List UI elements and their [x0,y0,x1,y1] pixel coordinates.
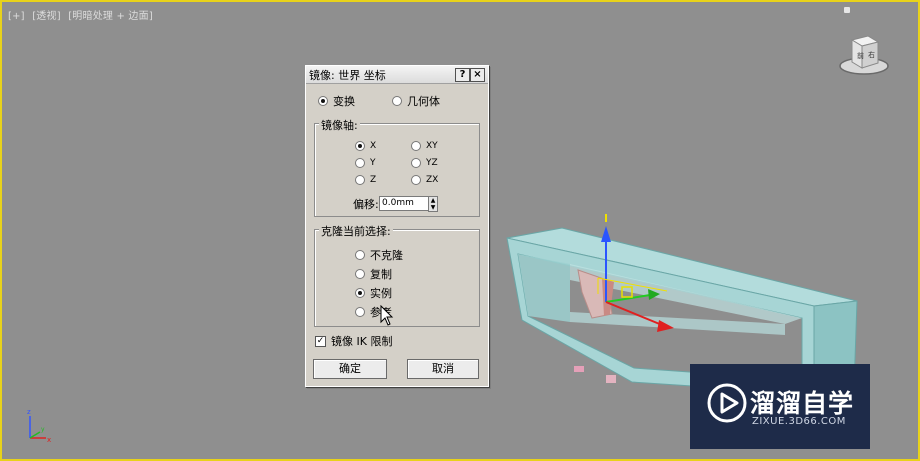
clone-selection-group: 克隆当前选择: 不克隆 复制 实例 参考 [314,223,480,327]
help-button[interactable]: ? [455,68,470,82]
radio-icon[interactable] [355,141,365,151]
radio-icon[interactable] [411,158,421,168]
axis-x-label: x [47,436,51,444]
radio-icon[interactable] [355,175,365,185]
axis-y-label: y [41,426,45,433]
mirror-ik-checkbox[interactable]: ✓ 镜像 IK 限制 [315,333,392,349]
mode-geometry-label: 几何体 [407,95,440,108]
radio-icon[interactable] [318,96,328,106]
radio-icon[interactable] [355,158,365,168]
radio-icon[interactable] [355,288,365,298]
offset-input[interactable]: 0.0mm [379,196,430,211]
clone-none-label: 不克隆 [370,249,403,262]
mirror-axis-title: 镜像轴: [319,117,360,133]
radio-icon[interactable] [355,307,365,317]
clone-copy-label: 复制 [370,268,392,281]
axis-xy-option[interactable]: XY [411,141,438,151]
mirror-dialog: 镜像: 世界 坐标 ? × 变换 几何体 镜像轴: X XY Y YZ Z ZX… [305,65,489,387]
axis-z-text: Z [370,175,377,185]
axis-y-text: Y [370,158,376,168]
axis-y-option[interactable]: Y [355,158,376,168]
axis-x-option[interactable]: X [355,141,376,151]
axis-tripod-icon: z x y [27,408,51,444]
clone-instance-option[interactable]: 实例 [355,285,392,301]
ok-button[interactable]: 确定 [313,359,387,379]
cancel-button[interactable]: 取消 [407,359,479,379]
watermark-banner: 溜溜自学 ZIXUE.3D66.COM [690,364,870,449]
axis-zx-option[interactable]: ZX [411,175,438,185]
mode-transform-label: 变换 [333,95,355,108]
axis-z-label: z [27,408,31,416]
offset-spinner-icon[interactable]: ▲ ▼ [428,196,438,212]
watermark-title: 溜溜自学 [750,389,855,418]
mirror-ik-label: 镜像 IK 限制 [331,335,393,348]
clone-instance-label: 实例 [370,287,392,300]
axis-yz-option[interactable]: YZ [411,158,438,168]
close-button[interactable]: × [470,68,485,82]
radio-icon[interactable] [355,269,365,279]
radio-icon[interactable] [392,96,402,106]
mode-geometry-option[interactable]: 几何体 [392,93,440,109]
dialog-titlebar[interactable]: 镜像: 世界 坐标 ? × [306,66,488,84]
perspective-viewport[interactable]: [+] [透视] [明暗处理 + 边面] 前 右 z x y 镜像: 世界 坐标… [0,0,920,461]
checkbox-checked-icon[interactable]: ✓ [315,335,326,347]
axis-zx-text: ZX [426,175,439,185]
radio-icon[interactable] [411,141,421,151]
radio-icon[interactable] [355,250,365,260]
radio-icon[interactable] [411,175,421,185]
play-logo-icon [707,383,747,423]
offset-label: 偏移: [353,198,379,211]
mouse-cursor-icon [380,305,394,326]
axis-x-text: X [370,141,377,151]
axis-z-option[interactable]: Z [355,175,376,185]
clone-copy-option[interactable]: 复制 [355,266,392,282]
clone-none-option[interactable]: 不克隆 [355,247,403,263]
dialog-title: 镜像: 世界 坐标 [309,68,386,82]
mode-transform-option[interactable]: 变换 [318,93,355,109]
watermark-url: ZIXUE.3D66.COM [752,416,846,427]
axis-yz-text: YZ [426,158,438,168]
clone-selection-title: 克隆当前选择: [319,223,393,239]
axis-xy-text: XY [426,141,438,151]
